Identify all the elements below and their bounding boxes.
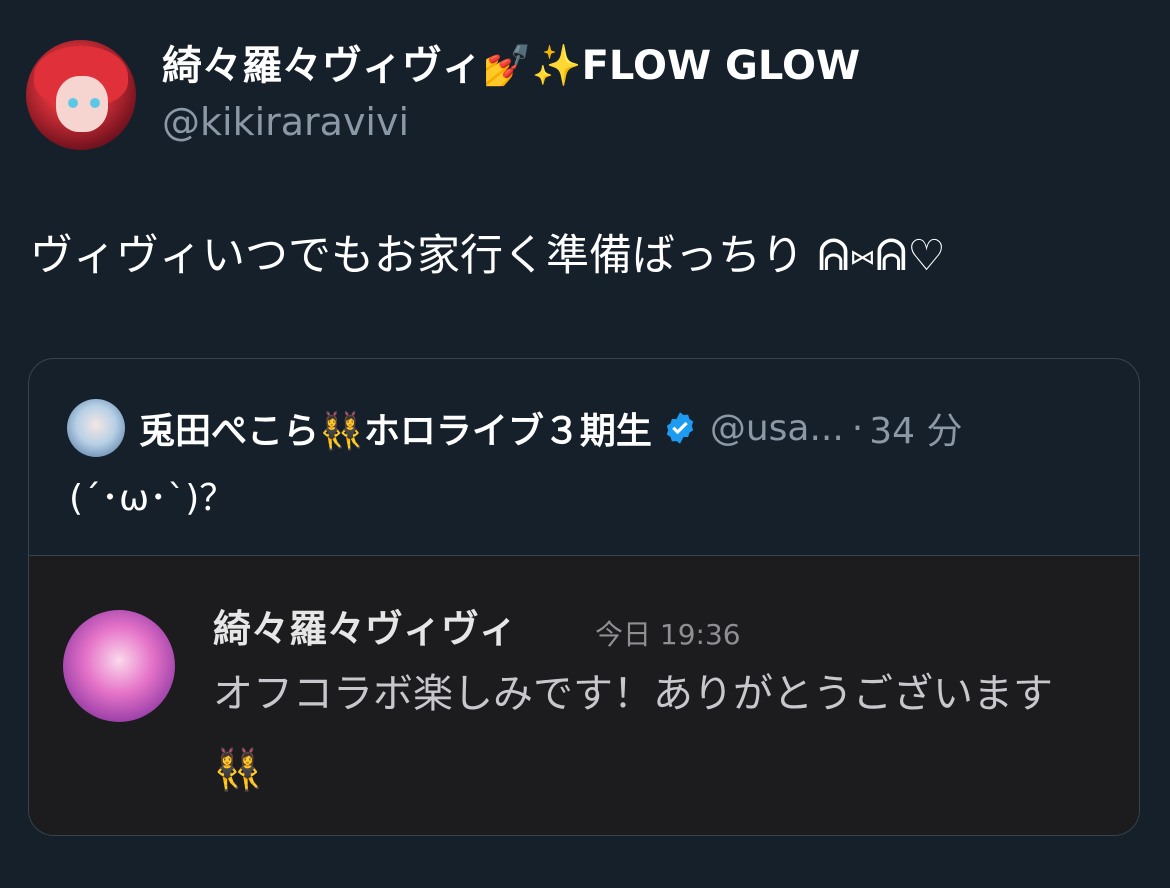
message-sender-name: 綺々羅々ヴィヴィ xyxy=(213,607,518,651)
author-avatar[interactable] xyxy=(26,40,136,150)
quoted-tweet-card[interactable]: 兎田ぺこら👯‍♀️ホロライブ３期生 @usa... · 34 分 (´･ω･`)… xyxy=(28,358,1140,836)
author-names: 綺々羅々ヴィヴィ💅✨FLOW GLOW @kikiraravivi xyxy=(162,40,860,146)
tweet-header: 綺々羅々ヴィヴィ💅✨FLOW GLOW @kikiraravivi xyxy=(26,40,860,150)
tweet-text: ヴィヴィいつでもお家行く準備ばっちり ᕱ⑅ᕱ♡ xyxy=(30,231,946,281)
author-display-name[interactable]: 綺々羅々ヴィヴィ💅✨FLOW GLOW xyxy=(162,40,860,92)
verified-badge-icon xyxy=(666,412,694,444)
quoted-tweet-text: (´･ω･`)？ xyxy=(69,478,236,519)
quoted-tweet-time: 34 分 xyxy=(869,411,963,452)
quoted-tweet-header: 兎田ぺこら👯‍♀️ホロライブ３期生 @usa... · 34 分 xyxy=(67,399,963,457)
message-text: オフコラボ楽しみです！ありがとうございます👯‍♀️ xyxy=(213,671,1053,793)
embedded-message-screenshot: 綺々羅々ヴィヴィ 今日 19:36 オフコラボ楽しみです！ありがとうございます👯… xyxy=(29,555,1139,835)
author-handle[interactable]: @kikiraravivi xyxy=(162,98,860,146)
quoted-author-handle: @usa... xyxy=(709,407,844,449)
dot-separator: · xyxy=(851,407,864,449)
quoted-author-avatar xyxy=(67,399,125,457)
message-timestamp: 今日 19:36 xyxy=(595,618,741,651)
quoted-author-name: 兎田ぺこら👯‍♀️ホロライブ３期生 xyxy=(139,411,652,452)
message-sender-avatar xyxy=(63,610,175,722)
